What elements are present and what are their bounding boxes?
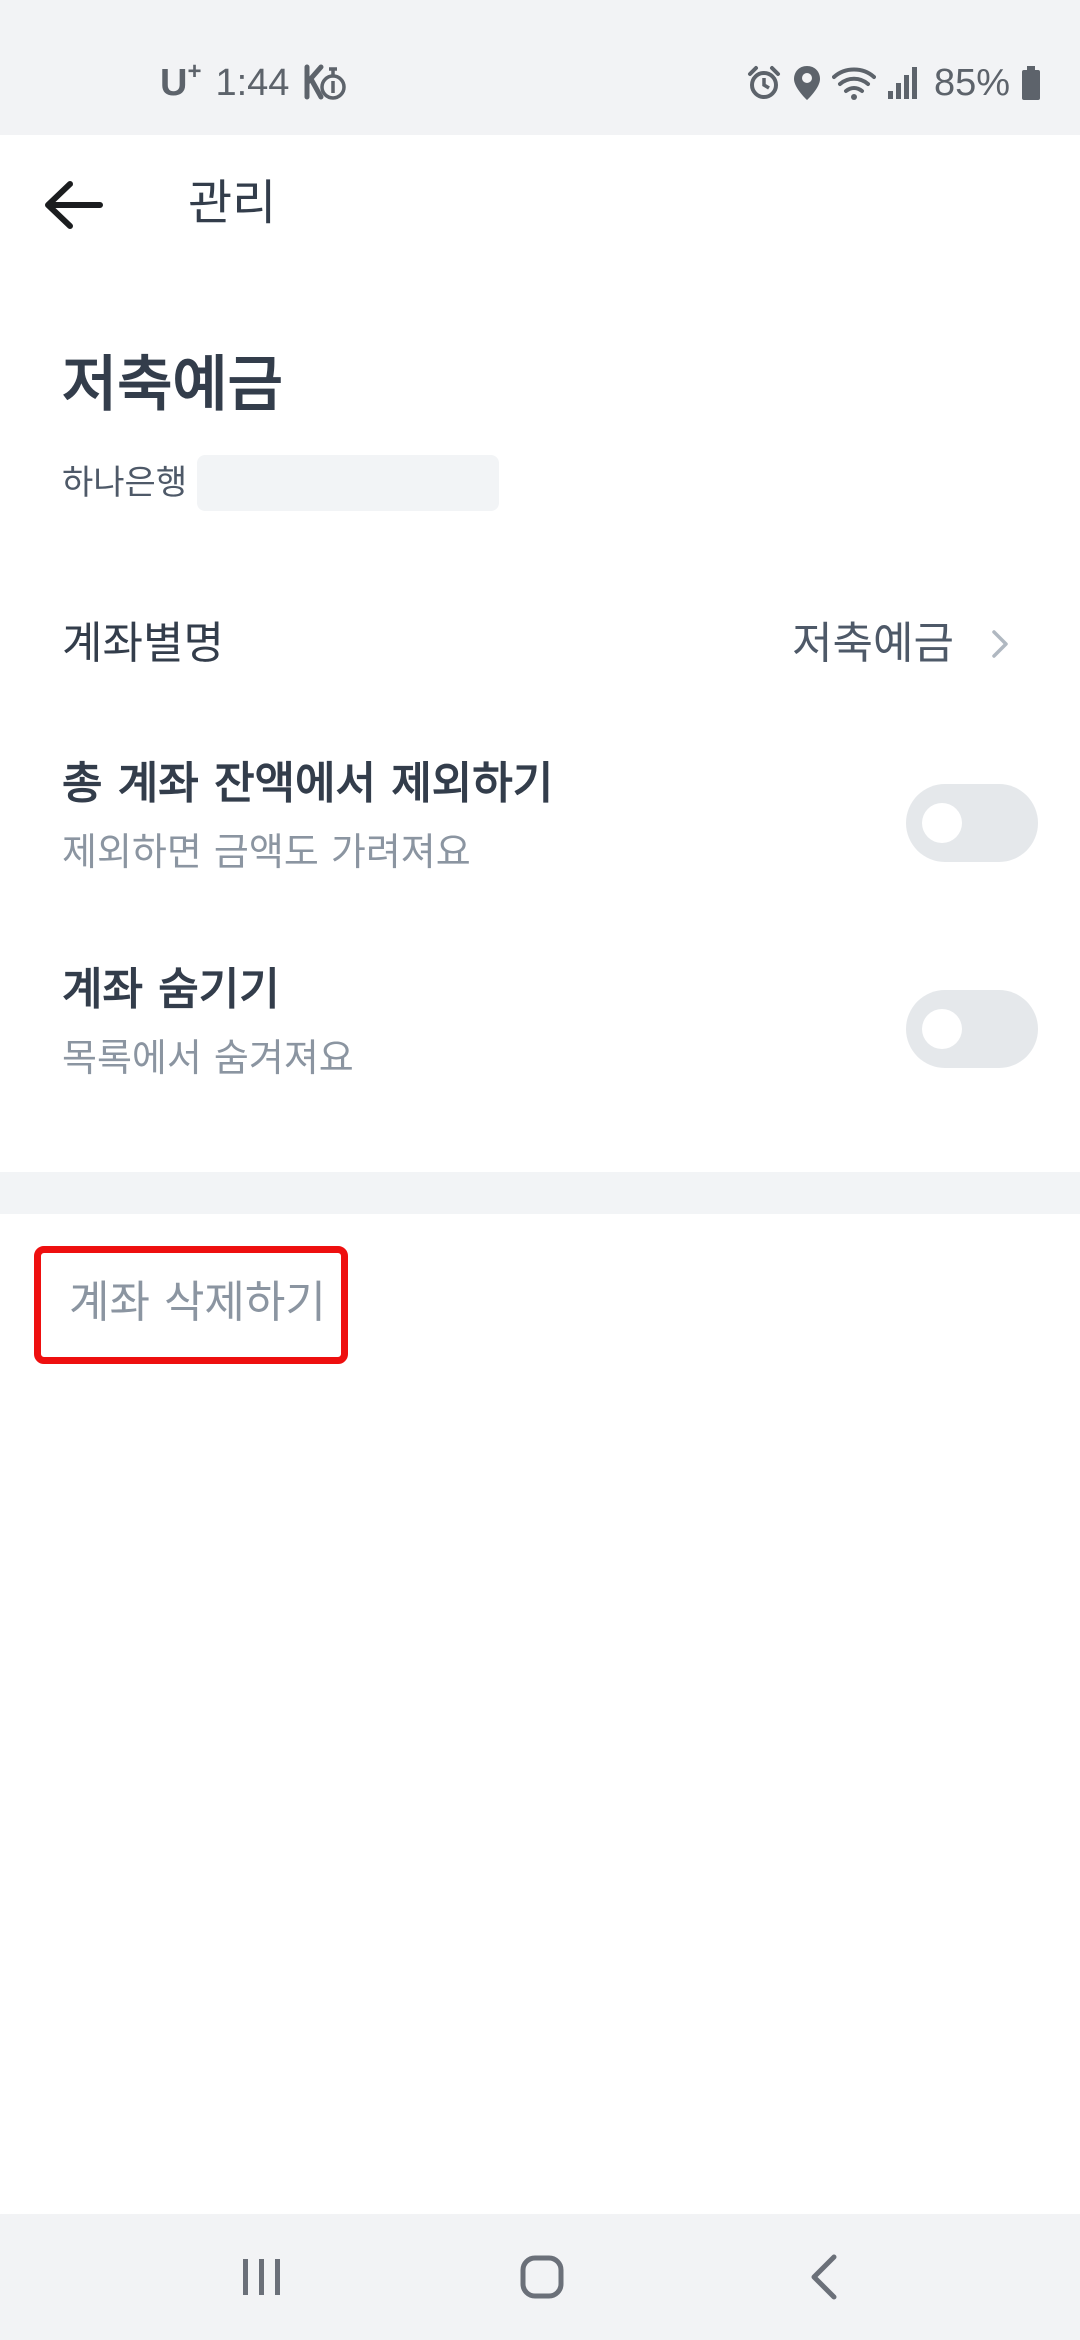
status-right: 85% — [746, 58, 1042, 108]
recents-button[interactable] — [232, 2247, 292, 2307]
exclude-balance-row: 총 계좌 잔액에서 제외하기 제외하면 금액도 가려져요 — [0, 756, 1080, 896]
section-divider — [0, 1172, 1080, 1214]
delete-account-button[interactable]: 계좌 삭제하기 — [34, 1246, 348, 1364]
account-nickname-value: 저축예금 — [792, 618, 954, 669]
battery-icon — [1020, 65, 1042, 101]
arrow-left-icon — [45, 181, 103, 229]
signal-icon — [886, 65, 920, 101]
account-nickname-label: 계좌별명 — [62, 618, 224, 669]
recents-icon — [243, 2259, 280, 2295]
clock: 1:44 — [215, 62, 290, 104]
hide-account-toggle[interactable] — [906, 990, 1038, 1068]
page-title: 관리 — [188, 175, 277, 231]
top-app-bar: 관리 — [0, 135, 1080, 275]
status-left: U+ 1:44 — [160, 58, 349, 108]
hide-account-row: 계좌 숨기기 목록에서 숨겨져요 — [0, 962, 1080, 1102]
exclude-balance-title: 총 계좌 잔액에서 제외하기 — [62, 758, 554, 809]
toggle-knob — [922, 803, 962, 843]
system-nav-bar — [0, 2214, 1080, 2340]
nav-back-button[interactable] — [794, 2247, 854, 2307]
back-icon — [811, 2254, 837, 2300]
exclude-balance-toggle[interactable] — [906, 784, 1038, 862]
battery-percentage: 85% — [933, 62, 1010, 104]
home-button[interactable] — [512, 2247, 572, 2307]
carrier-label: U+ — [160, 58, 202, 104]
alarm-icon — [746, 65, 782, 101]
chevron-right-icon — [992, 630, 1008, 658]
account-number-redacted — [197, 455, 500, 511]
status-bar: U+ 1:44 85% — [0, 0, 1080, 135]
kakao-talk-notification-icon — [303, 63, 349, 103]
bank-name: 하나은행 — [62, 463, 188, 503]
back-button[interactable] — [40, 171, 108, 239]
hide-account-subtitle: 목록에서 숨겨져요 — [62, 1036, 354, 1080]
toggle-knob — [922, 1009, 962, 1049]
account-nickname-row[interactable]: 계좌별명 저축예금 — [0, 600, 1080, 690]
bank-info: 하나은행 — [62, 455, 500, 511]
wifi-icon — [831, 65, 876, 101]
delete-account-label: 계좌 삭제하기 — [69, 1277, 326, 1328]
account-name: 저축예금 — [62, 350, 283, 420]
home-icon — [520, 2255, 564, 2299]
hide-account-title: 계좌 숨기기 — [62, 964, 280, 1015]
exclude-balance-subtitle: 제외하면 금액도 가려져요 — [62, 830, 471, 874]
location-icon — [792, 64, 822, 102]
